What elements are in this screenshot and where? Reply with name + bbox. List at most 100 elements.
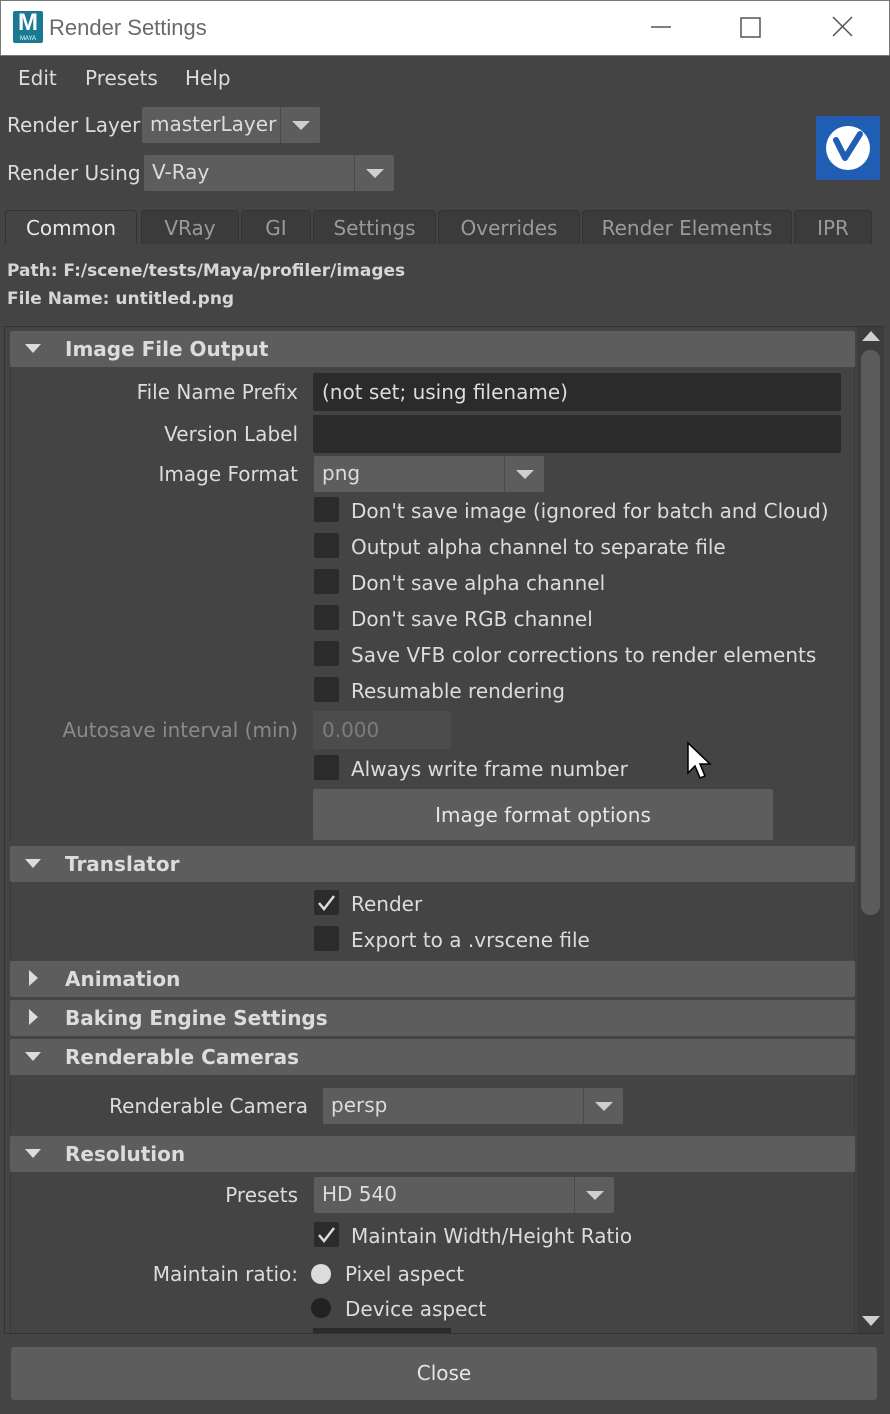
dont-save-alpha-checkbox[interactable] [314, 569, 339, 594]
renderable-camera-label: Renderable Camera [109, 1094, 308, 1118]
maya-icon-letter: M [18, 9, 38, 36]
chevron-down-icon [504, 456, 544, 492]
pixel-aspect-label: Pixel aspect [345, 1262, 465, 1286]
tab-vray[interactable]: VRay [141, 210, 239, 244]
version-label-label: Version Label [164, 422, 298, 446]
tab-overrides[interactable]: Overrides [438, 210, 580, 244]
section-animation[interactable]: Animation [10, 961, 855, 997]
render-layer-label: Render Layer [7, 113, 141, 137]
checkmark-icon [318, 1227, 335, 1243]
autosave-interval-value: 0.000 [322, 718, 380, 742]
section-title: Baking Engine Settings [65, 1006, 328, 1030]
pixel-aspect-radio[interactable] [311, 1264, 331, 1284]
chevron-down-icon [583, 1088, 623, 1124]
scroll-down-icon[interactable] [862, 1316, 880, 1326]
mouse-cursor-icon [687, 741, 712, 779]
collapse-triangle-icon [25, 344, 41, 353]
autosave-interval-input: 0.000 [313, 711, 451, 749]
checkmark-icon [318, 895, 335, 911]
maya-icon-text: MAYA [19, 36, 37, 42]
file-name-prefix-input[interactable]: (not set; using filename) [313, 373, 841, 411]
render-layer-dropdown[interactable]: masterLayer [142, 107, 320, 143]
resumable-rendering-checkbox[interactable] [314, 677, 339, 702]
dont-save-image-label: Don't save image (ignored for batch and … [351, 499, 829, 523]
device-aspect-radio[interactable] [311, 1298, 331, 1318]
window-title: Render Settings [49, 15, 207, 40]
section-renderable-cameras[interactable]: Renderable Cameras [10, 1039, 855, 1075]
chevron-down-icon [280, 107, 320, 143]
dont-save-alpha-label: Don't save alpha channel [351, 571, 606, 595]
image-format-value: png [322, 461, 361, 485]
render-layer-value: masterLayer [150, 112, 277, 136]
chevron-down-icon [354, 155, 394, 191]
render-using-dropdown[interactable]: V-Ray [144, 155, 394, 191]
dont-save-rgb-checkbox[interactable] [314, 605, 339, 630]
export-vrscene-label: Export to a .vrscene file [351, 928, 590, 952]
maximize-icon [740, 17, 761, 38]
tab-render-elements[interactable]: Render Elements [582, 210, 792, 244]
close-icon [832, 16, 853, 37]
width-input-partial[interactable] [313, 1328, 451, 1333]
renderable-camera-value: persp [331, 1093, 388, 1117]
render-checkbox[interactable] [314, 890, 339, 915]
title-bar: M MAYA Render Settings [0, 0, 890, 56]
version-label-input[interactable] [313, 415, 841, 453]
section-title: Resolution [65, 1142, 186, 1166]
window-close-button[interactable] [823, 9, 863, 47]
save-vfb-corrections-label: Save VFB color corrections to render ele… [351, 643, 817, 667]
section-title: Renderable Cameras [65, 1045, 299, 1069]
section-baking-engine[interactable]: Baking Engine Settings [10, 1000, 855, 1036]
minimize-button[interactable] [641, 9, 681, 47]
minimize-icon [651, 26, 671, 28]
section-resolution[interactable]: Resolution [10, 1136, 855, 1172]
tab-gi[interactable]: GI [241, 210, 311, 244]
menu-presets[interactable]: Presets [85, 66, 158, 90]
maintain-wh-ratio-checkbox[interactable] [314, 1222, 339, 1247]
scroll-up-icon[interactable] [862, 331, 880, 341]
expand-triangle-icon [29, 970, 38, 986]
expand-triangle-icon [29, 1009, 38, 1025]
output-path-text: Path: F:/scene/tests/Maya/profiler/image… [7, 261, 406, 281]
section-title: Image File Output [65, 337, 269, 361]
always-write-frame-checkbox[interactable] [314, 755, 339, 780]
save-vfb-corrections-checkbox[interactable] [314, 641, 339, 666]
tab-settings[interactable]: Settings [313, 210, 436, 244]
resolution-presets-value: HD 540 [322, 1182, 397, 1206]
device-aspect-label: Device aspect [345, 1297, 487, 1321]
output-alpha-separate-checkbox[interactable] [314, 533, 339, 558]
resolution-presets-label: Presets [225, 1183, 298, 1207]
render-using-value: V-Ray [152, 160, 210, 184]
dont-save-rgb-label: Don't save RGB channel [351, 607, 593, 631]
resolution-presets-dropdown[interactable]: HD 540 [314, 1177, 614, 1213]
tab-common[interactable]: Common [5, 210, 137, 244]
section-image-file-output[interactable]: Image File Output [10, 331, 855, 367]
collapse-triangle-icon [25, 1149, 41, 1158]
autosave-interval-label: Autosave interval (min) [62, 718, 298, 742]
maintain-ratio-label: Maintain ratio: [152, 1262, 298, 1286]
maximize-button[interactable] [731, 9, 771, 47]
render-using-label: Render Using [7, 161, 141, 185]
scrollbar-thumb[interactable] [861, 350, 880, 915]
close-button[interactable]: Close [11, 1347, 877, 1400]
always-write-frame-label: Always write frame number [351, 757, 628, 781]
image-format-label: Image Format [158, 462, 298, 486]
maya-app-icon: M MAYA [13, 9, 43, 43]
render-label: Render [351, 892, 423, 916]
menu-edit[interactable]: Edit [18, 66, 57, 90]
collapse-triangle-icon [25, 859, 41, 868]
section-title: Animation [65, 967, 181, 991]
vray-logo-icon [816, 116, 880, 180]
dont-save-image-checkbox[interactable] [314, 497, 339, 522]
section-translator[interactable]: Translator [10, 846, 855, 882]
collapse-triangle-icon [25, 1052, 41, 1061]
tab-ipr[interactable]: IPR [794, 210, 872, 244]
maintain-wh-ratio-label: Maintain Width/Height Ratio [351, 1224, 633, 1248]
image-format-dropdown[interactable]: png [314, 456, 544, 492]
image-format-options-button[interactable]: Image format options [313, 789, 773, 840]
chevron-down-icon [574, 1177, 614, 1213]
file-name-prefix-label: File Name Prefix [136, 380, 298, 404]
renderable-camera-dropdown[interactable]: persp [323, 1088, 623, 1124]
file-name-prefix-value: (not set; using filename) [322, 380, 568, 404]
menu-help[interactable]: Help [185, 66, 231, 90]
export-vrscene-checkbox[interactable] [314, 926, 339, 951]
